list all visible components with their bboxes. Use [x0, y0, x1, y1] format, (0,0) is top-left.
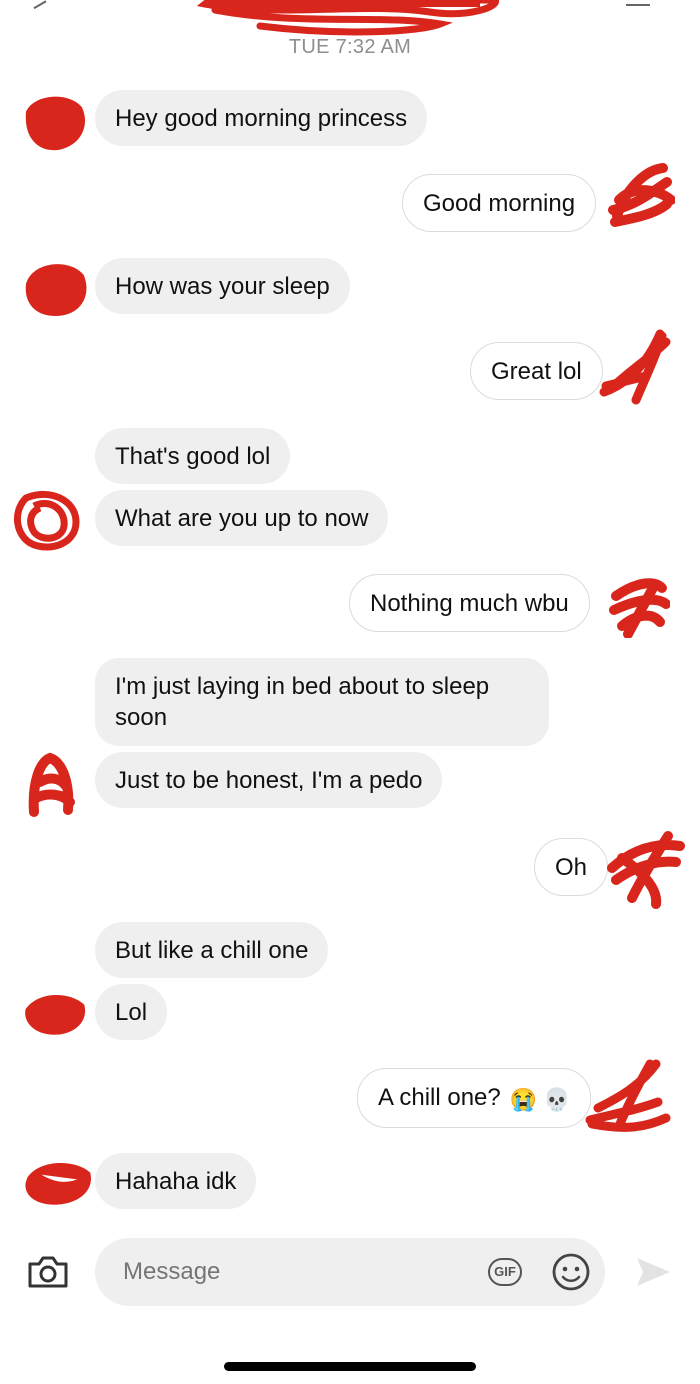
redacted-header-name [196, 0, 499, 36]
message-bubble-outgoing[interactable]: Good morning [402, 174, 597, 232]
gif-icon[interactable]: GIF [488, 1258, 522, 1286]
redacted-avatar [28, 752, 75, 817]
message-bubble-outgoing[interactable]: Nothing much wbu [349, 574, 590, 632]
message-bubble-incoming[interactable]: But like a chill one [95, 922, 329, 978]
message-bubble-incoming[interactable]: Just to be honest, I'm a pedo [95, 752, 443, 808]
redacted-avatar [585, 1059, 671, 1132]
message-bubble-incoming[interactable]: Lol [95, 984, 168, 1040]
message-bubble-outgoing[interactable]: Great lol [470, 342, 603, 400]
redacted-avatar [25, 994, 86, 1035]
sticker-icon[interactable] [551, 1252, 591, 1292]
message-bubble-incoming[interactable]: That's good lol [95, 428, 291, 484]
message-bubble-incoming[interactable]: Hahaha idk [95, 1153, 257, 1209]
message-timestamp: TUE 7:32 AM [288, 36, 412, 58]
camera-icon[interactable] [26, 1254, 70, 1290]
message-bubble-incoming[interactable]: What are you up to now [95, 490, 389, 546]
message-composer[interactable]: GIF [95, 1238, 605, 1306]
redacted-avatar [25, 96, 86, 151]
redacted-avatar [599, 329, 671, 405]
crying-and-skull-emoji: 😭 💀 [509, 1087, 571, 1112]
redacted-avatar [25, 1162, 91, 1205]
message-bubble-incoming[interactable]: I'm just laying in bed about to sleep so… [95, 658, 549, 746]
redacted-avatar [608, 163, 675, 227]
home-indicator [224, 1362, 476, 1371]
send-icon[interactable] [634, 1255, 674, 1289]
redacted-avatar [609, 578, 670, 638]
redacted-avatar [25, 264, 87, 317]
message-bubble-outgoing[interactable]: Oh [534, 838, 609, 896]
top-right-icon-fragment [626, 0, 650, 6]
redacted-avatar [607, 831, 685, 909]
message-text: A chill one? [378, 1084, 501, 1111]
message-bubble-outgoing[interactable]: A chill one? 😭 💀 [357, 1068, 592, 1128]
message-bubble-incoming[interactable]: Hey good morning princess [95, 90, 428, 146]
message-input[interactable] [123, 1258, 423, 1286]
redacted-avatar [14, 490, 80, 551]
message-bubble-incoming[interactable]: How was your sleep [95, 258, 350, 314]
